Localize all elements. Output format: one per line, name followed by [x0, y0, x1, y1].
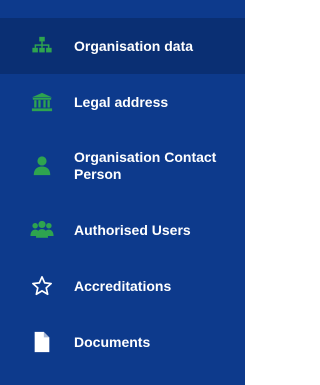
sidebar-item-label: Legal address	[74, 93, 169, 110]
sidebar-item-label: Organisation data	[74, 37, 194, 54]
sidebar-item-authorised-users[interactable]: Authorised Users	[0, 202, 245, 258]
sidebar-item-documents[interactable]: Documents	[0, 314, 245, 370]
building-columns-icon	[30, 90, 54, 114]
document-icon	[30, 330, 54, 354]
sidebar-item-label: Organisation Contact Person	[74, 149, 217, 182]
users-icon	[30, 218, 54, 242]
star-outline-icon	[30, 274, 54, 298]
person-icon	[30, 154, 54, 178]
sitemap-icon	[30, 34, 54, 58]
sidebar-item-legal-address[interactable]: Legal address	[0, 74, 245, 130]
sidebar-item-label: Accreditations	[74, 277, 172, 294]
sidebar-item-label: Authorised Users	[74, 221, 191, 238]
sidebar-item-organisation-data[interactable]: Organisation data	[0, 18, 245, 74]
sidebar-item-accreditations[interactable]: Accreditations	[0, 258, 245, 314]
sidebar-item-organisation-contact-person[interactable]: Organisation Contact Person	[0, 130, 245, 202]
sidebar-item-label: Documents	[74, 333, 151, 350]
sidebar-menu: Organisation data Legal address Organisa…	[0, 0, 245, 385]
